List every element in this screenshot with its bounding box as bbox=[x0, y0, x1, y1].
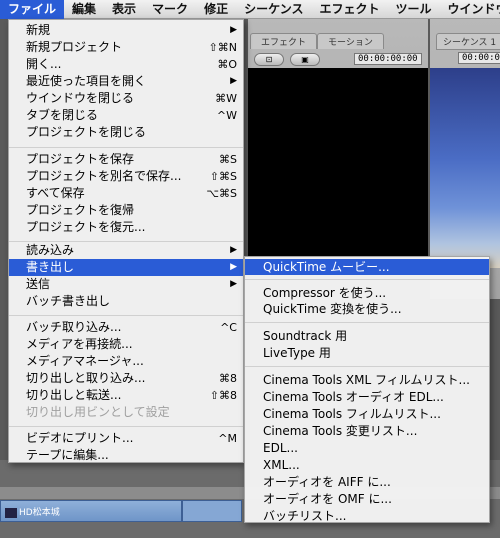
submenu-item-cinema-tools-change-list[interactable]: Cinema Tools 変更リスト... bbox=[245, 423, 489, 439]
shortcut: ⌘8 bbox=[219, 372, 237, 385]
shortcut: ⇧⌘S bbox=[209, 170, 237, 183]
menu-item-batch-export[interactable]: バッチ書き出し bbox=[9, 293, 243, 310]
tab-motion[interactable]: モーション bbox=[317, 33, 384, 49]
menu-edit[interactable]: 編集 bbox=[64, 0, 104, 19]
menu-item-save-all[interactable]: すべて保存 ⌥⌘S bbox=[9, 185, 243, 202]
menu-separator bbox=[245, 279, 489, 280]
menu-separator bbox=[245, 322, 489, 323]
submenu-item-soundtrack[interactable]: Soundtrack 用 bbox=[245, 328, 489, 344]
menu-modify[interactable]: 修正 bbox=[196, 0, 236, 19]
menu-item-edit-to-tape[interactable]: テープに編集... bbox=[9, 447, 243, 464]
shortcut: ⌘O bbox=[217, 58, 237, 71]
submenu-item-batch-list[interactable]: バッチリスト... bbox=[245, 508, 489, 524]
shortcut: ⇧⌘N bbox=[208, 41, 237, 54]
tab-sequence[interactable]: シーケンス 1 bbox=[436, 33, 500, 50]
submenu-item-cinema-tools-film-list[interactable]: Cinema Tools フィルムリスト... bbox=[245, 406, 489, 422]
tab-effects[interactable]: エフェクト bbox=[250, 33, 318, 49]
submenu-item-cinema-tools-audio-edl[interactable]: Cinema Tools オーディオ EDL... bbox=[245, 389, 489, 405]
menu-separator bbox=[9, 426, 243, 427]
submenu-item-quicktime-movie[interactable]: QuickTime ムービー... bbox=[245, 259, 489, 275]
submenu-item-cinema-tools-xml[interactable]: Cinema Tools XML フィルムリスト... bbox=[245, 372, 489, 388]
menu-item-save-project-as[interactable]: プロジェクトを別名で保存... ⇧⌘S bbox=[9, 168, 243, 185]
clip-thumbnail bbox=[5, 507, 17, 518]
menu-item-open-recent[interactable]: 最近使った項目を開く ▶ bbox=[9, 73, 243, 90]
menu-bar: ファイル 編集 表示 マーク 修正 シーケンス エフェクト ツール ウインドウ bbox=[0, 0, 500, 19]
canvas-timecode[interactable]: 00:00:05 bbox=[458, 52, 500, 64]
menu-item-import[interactable]: 読み込み ▶ bbox=[9, 242, 243, 259]
menu-item-restore-project[interactable]: プロジェクトを復元... bbox=[9, 219, 243, 236]
submenu-arrow-icon: ▶ bbox=[230, 262, 237, 272]
menu-item-log-and-transfer[interactable]: 切り出しと転送... ⇧⌘8 bbox=[9, 387, 243, 404]
menu-item-export[interactable]: 書き出し ▶ bbox=[9, 259, 243, 276]
viewer-toolbar: ⊡ ▣ 00:00:00:00 bbox=[248, 50, 428, 68]
shortcut: ^M bbox=[218, 432, 237, 445]
menu-item-reconnect-media[interactable]: メディアを再接続... bbox=[9, 336, 243, 353]
submenu-arrow-icon: ▶ bbox=[230, 279, 237, 289]
submenu-arrow-icon: ▶ bbox=[230, 245, 237, 255]
menu-item-print-to-video[interactable]: ビデオにプリント... ^M bbox=[9, 430, 243, 447]
viewer-tabs: エフェクト モーション bbox=[250, 33, 384, 49]
timeline-clip-2[interactable] bbox=[182, 500, 242, 522]
menu-separator bbox=[9, 147, 243, 148]
menu-item-close-tab[interactable]: タブを閉じる ^W bbox=[9, 107, 243, 124]
menu-item-media-manager[interactable]: メディアマネージャ... bbox=[9, 353, 243, 370]
menu-item-batch-capture[interactable]: バッチ取り込み... ^C bbox=[9, 319, 243, 336]
menu-window[interactable]: ウインドウ bbox=[440, 0, 500, 19]
shortcut: ^W bbox=[216, 109, 237, 122]
menu-item-new-project[interactable]: 新規プロジェクト ⇧⌘N bbox=[9, 39, 243, 56]
submenu-item-livetype[interactable]: LiveType 用 bbox=[245, 345, 489, 361]
menu-file[interactable]: ファイル bbox=[0, 0, 65, 19]
menu-sequence[interactable]: シーケンス bbox=[236, 0, 311, 19]
menu-effects[interactable]: エフェクト bbox=[311, 0, 387, 19]
menu-item-set-logging-bin: 切り出し用ビンとして設定 bbox=[26, 405, 170, 419]
shortcut: ⌥⌘S bbox=[206, 187, 237, 200]
menu-tools[interactable]: ツール bbox=[388, 0, 440, 19]
shortcut: ⌘W bbox=[215, 92, 237, 105]
viewer-timecode[interactable]: 00:00:00:00 bbox=[354, 53, 422, 65]
menu-separator bbox=[245, 366, 489, 367]
timeline-clip[interactable]: HD松本城 bbox=[0, 500, 182, 522]
menu-item-revert-project[interactable]: プロジェクトを復帰 bbox=[9, 202, 243, 219]
menu-item-open[interactable]: 開く... ⌘O bbox=[9, 56, 243, 73]
clip-label: HD松本城 bbox=[5, 505, 60, 518]
submenu-item-audio-omf[interactable]: オーディオを OMF に... bbox=[245, 491, 489, 507]
export-submenu: QuickTime ムービー... Compressor を使う... Quic… bbox=[244, 256, 490, 523]
menu-separator bbox=[9, 315, 243, 316]
shortcut: ^C bbox=[220, 321, 237, 334]
view-button[interactable]: ▣ bbox=[290, 52, 320, 66]
submenu-arrow-icon: ▶ bbox=[230, 25, 237, 35]
submenu-item-quicktime-conversion[interactable]: QuickTime 変換を使う... bbox=[245, 301, 489, 317]
menu-item-new[interactable]: 新規 ▶ bbox=[9, 22, 243, 39]
submenu-item-compressor[interactable]: Compressor を使う... bbox=[245, 285, 489, 301]
menu-item-log-and-capture[interactable]: 切り出しと取り込み... ⌘8 bbox=[9, 370, 243, 387]
menu-item-close-window[interactable]: ウインドウを閉じる ⌘W bbox=[9, 90, 243, 107]
menu-mark[interactable]: マーク bbox=[144, 0, 196, 19]
shortcut: ⇧⌘8 bbox=[209, 389, 237, 402]
menu-view[interactable]: 表示 bbox=[104, 0, 144, 19]
shortcut: ⌘S bbox=[219, 153, 237, 166]
submenu-item-xml[interactable]: XML... bbox=[245, 457, 489, 473]
submenu-arrow-icon: ▶ bbox=[230, 76, 237, 86]
viewer-screen bbox=[248, 68, 428, 258]
submenu-item-audio-aiff[interactable]: オーディオを AIFF に... bbox=[245, 474, 489, 490]
overlay-button[interactable]: ⊡ bbox=[254, 52, 284, 66]
file-menu: 新規 ▶ 新規プロジェクト ⇧⌘N 開く... ⌘O 最近使った項目を開く ▶ ウインド… bbox=[8, 19, 244, 463]
canvas-screen bbox=[430, 68, 500, 268]
submenu-item-edl[interactable]: EDL... bbox=[245, 440, 489, 456]
menu-item-close-project[interactable]: プロジェクトを閉じる bbox=[9, 124, 243, 141]
menu-item-send-to[interactable]: 送信 ▶ bbox=[9, 276, 243, 293]
menu-item-save-project[interactable]: プロジェクトを保存 ⌘S bbox=[9, 151, 243, 168]
